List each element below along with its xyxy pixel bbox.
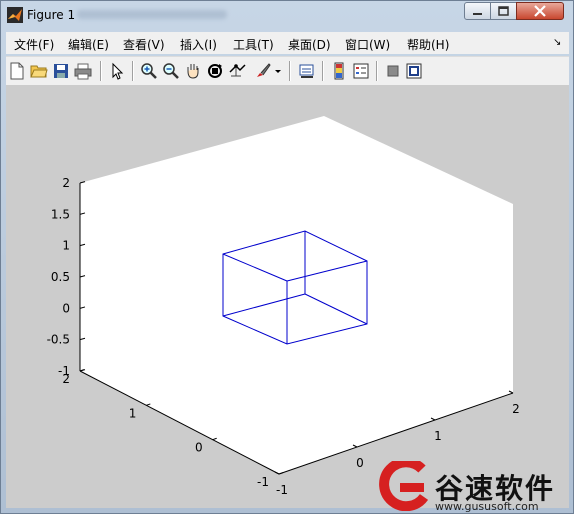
- link-plot-icon[interactable]: [298, 62, 316, 80]
- figure-toolbar: [6, 56, 569, 86]
- x-tick-label: 1: [434, 429, 442, 443]
- title-bar[interactable]: Figure 1: [1, 1, 573, 29]
- colorbar-icon[interactable]: [330, 62, 348, 80]
- toolbar-separator: [289, 61, 290, 81]
- brush-icon[interactable]: [254, 62, 272, 80]
- minimize-icon: [473, 13, 482, 15]
- z-tick-label: 1: [62, 239, 70, 253]
- x-tick-label: -1: [276, 483, 288, 497]
- z-tick-label: 1.5: [51, 207, 70, 221]
- maximize-icon: [498, 6, 509, 16]
- open-file-icon[interactable]: [30, 62, 48, 80]
- hide-plot-tools-icon[interactable]: [384, 62, 402, 80]
- zoom-out-icon[interactable]: [162, 62, 180, 80]
- menu-edit[interactable]: 编辑(E): [68, 36, 109, 53]
- axes-background: [80, 116, 513, 474]
- menu-file[interactable]: 文件(F): [14, 36, 54, 53]
- z-tick-label: -0.5: [47, 333, 70, 347]
- show-plot-tools-icon[interactable]: [405, 62, 423, 80]
- menu-view[interactable]: 查看(V): [123, 36, 165, 53]
- menu-window[interactable]: 窗口(W): [345, 36, 390, 53]
- menu-tools[interactable]: 工具(T): [233, 36, 274, 53]
- zoom-in-icon[interactable]: [140, 62, 158, 80]
- blurred-title-extra: [77, 10, 227, 19]
- y-tick-label: -1: [257, 475, 269, 489]
- toolbar-separator: [100, 61, 101, 81]
- y-tick-label: 0: [195, 441, 203, 455]
- close-button[interactable]: [516, 2, 564, 20]
- menu-bar: 文件(F) 编辑(E) 查看(V) 插入(I) 工具(T) 桌面(D) 窗口(W…: [6, 32, 569, 54]
- close-icon: [534, 5, 546, 17]
- figure-canvas[interactable]: 2 1.5 1 0.5 0 -0.5 -1 2 1 0 -1 -1 0 1 2: [6, 85, 569, 508]
- edit-plot-arrow-icon[interactable]: [108, 62, 126, 80]
- legend-icon[interactable]: [352, 62, 370, 80]
- watermark-url: www.gususoft.com: [435, 500, 539, 513]
- chevron-right-icon[interactable]: ↘: [553, 37, 561, 48]
- z-tick-label: 0.5: [51, 270, 70, 284]
- brush-dropdown-icon[interactable]: [274, 62, 282, 80]
- maximize-button[interactable]: [490, 2, 517, 20]
- toolbar-separator: [132, 61, 133, 81]
- print-icon[interactable]: [74, 62, 92, 80]
- menu-help[interactable]: 帮助(H): [407, 36, 449, 53]
- rotate-3d-icon[interactable]: [206, 62, 224, 80]
- x-tick-label: 2: [512, 402, 520, 416]
- y-tick-label: 2: [62, 372, 70, 386]
- menu-insert[interactable]: 插入(I): [180, 36, 217, 53]
- toolbar-separator: [376, 61, 377, 81]
- data-cursor-icon[interactable]: [228, 62, 246, 80]
- y-tick-label: 1: [129, 406, 137, 420]
- pan-hand-icon[interactable]: [184, 62, 202, 80]
- z-tick-label: 2: [62, 176, 70, 190]
- new-figure-icon[interactable]: [8, 62, 26, 80]
- save-icon[interactable]: [52, 62, 70, 80]
- minimize-button[interactable]: [464, 2, 491, 20]
- z-tick-label: 0: [62, 301, 70, 315]
- figure-window: Figure 1 文件(F) 编辑(E) 查看(V) 插入(I) 工具(T) 桌…: [0, 0, 574, 514]
- x-tick-label: 0: [356, 456, 364, 470]
- window-title: Figure 1: [27, 8, 76, 22]
- matlab-logo-icon: [7, 7, 23, 23]
- toolbar-separator: [322, 61, 323, 81]
- gususoft-logo-icon: [379, 461, 429, 511]
- axes-3d[interactable]: 21.510.50-0.5-1 210-1 -1012: [6, 85, 569, 508]
- menu-desktop[interactable]: 桌面(D): [288, 36, 331, 53]
- z-tick-group: 21.510.50-0.5-1: [47, 176, 86, 378]
